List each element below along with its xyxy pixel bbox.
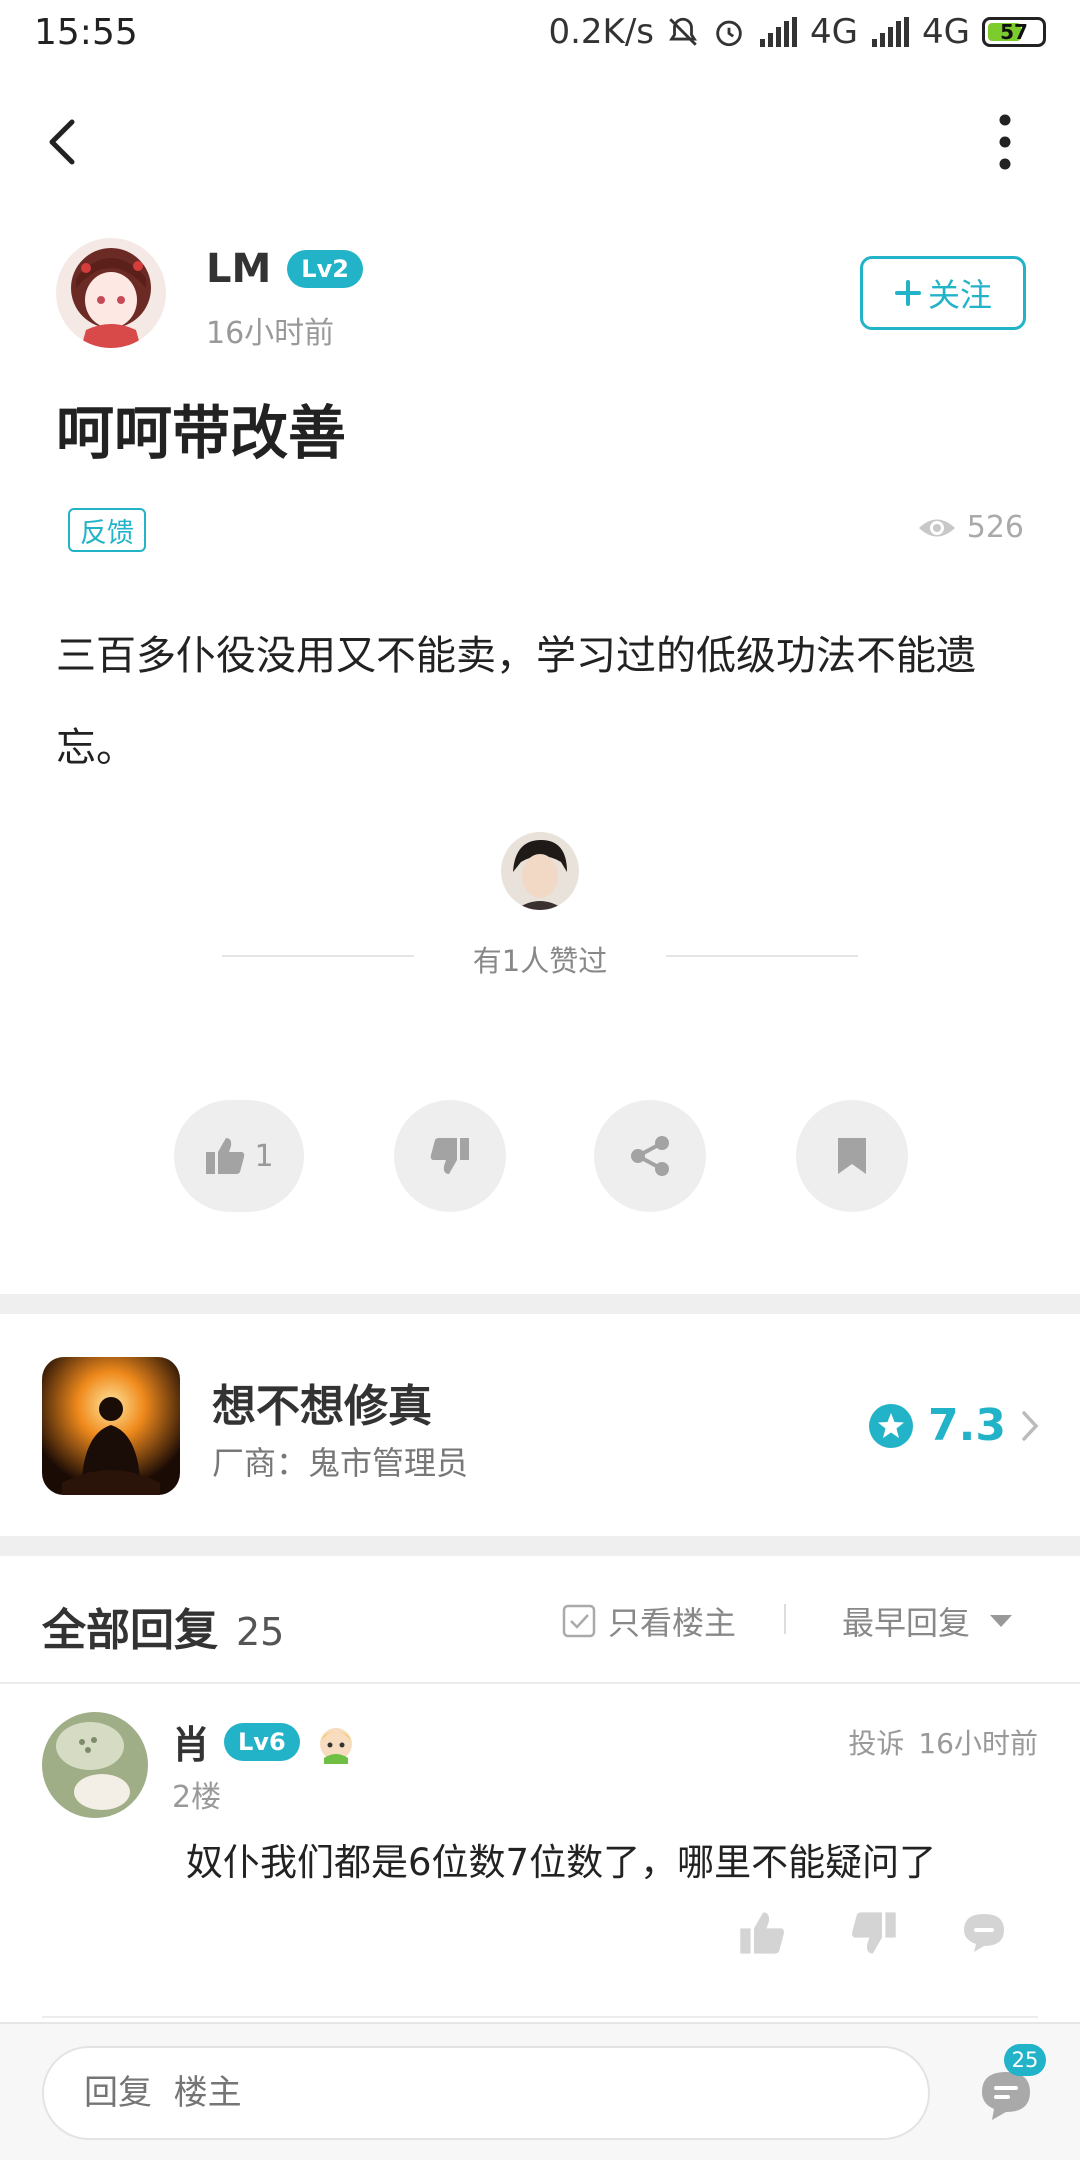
signal-hd-icon	[760, 17, 798, 47]
report-link[interactable]: 投诉	[848, 1722, 904, 1762]
network-speed: 0.2K/s	[548, 12, 655, 52]
battery-icon: 57	[982, 17, 1046, 47]
comment-avatar[interactable]	[42, 1712, 148, 1818]
thumbs-down-icon	[430, 1138, 469, 1174]
view-count: 526	[917, 510, 1024, 545]
game-icon[interactable]	[42, 1357, 180, 1495]
liker-avatar[interactable]	[501, 832, 579, 910]
comment-floor: 2楼	[172, 1780, 222, 1815]
back-button[interactable]	[38, 112, 88, 172]
comment-divider	[42, 2016, 1038, 2018]
lotus-avatar-image	[42, 1712, 148, 1818]
game-rating[interactable]: 7.3	[868, 1400, 1040, 1451]
post-time: 16小时前	[206, 316, 335, 351]
caret-down-icon	[990, 1615, 1013, 1627]
like-button[interactable]: 1	[174, 1100, 304, 1212]
chat-bubble-icon	[964, 1914, 1004, 1952]
bookmark-button[interactable]	[796, 1100, 908, 1212]
star-icon	[869, 1403, 914, 1448]
section-divider-2	[0, 1536, 1080, 1556]
game-vendor: 厂商：鬼市管理员	[212, 1444, 469, 1482]
author-name[interactable]: LM	[206, 246, 271, 292]
eye-icon	[918, 519, 955, 536]
comment-text: 奴仆我们都是6位数7位数了，哪里不能疑问了	[186, 1841, 937, 1884]
replies-count: 25	[236, 1610, 285, 1654]
bookmark-icon	[838, 1138, 866, 1174]
liker-avatar-image	[501, 832, 579, 910]
checkbox-icon	[562, 1604, 596, 1638]
sort-label: 最早回复	[842, 1604, 971, 1642]
comment-like-button[interactable]	[738, 1910, 786, 1958]
author-level-badge: Lv2	[287, 250, 363, 288]
only-op-label: 只看楼主	[608, 1604, 737, 1642]
follow-label: 关注	[927, 276, 992, 314]
section-divider	[0, 1294, 1080, 1314]
reply-input[interactable]	[42, 2046, 930, 2140]
share-button[interactable]	[594, 1100, 706, 1212]
signal-icon	[872, 17, 910, 47]
status-icons: 0.2K/s 4G 4G 57	[548, 12, 1046, 52]
mute-bell-icon	[669, 17, 698, 46]
follow-button[interactable]: 关注	[860, 256, 1026, 330]
comment-count-badge: 25	[1004, 2044, 1046, 2076]
rating-value: 7.3	[928, 1400, 1006, 1451]
comment-author-name[interactable]: 肖	[172, 1714, 210, 1769]
game-name[interactable]: 想不想修真	[212, 1370, 432, 1434]
post-tag[interactable]: 反馈	[68, 508, 146, 552]
chevron-left-icon	[49, 119, 75, 165]
plus-icon	[894, 280, 921, 306]
header-separator	[784, 1604, 786, 1634]
comment-author-row: 肖 Lv6	[172, 1714, 358, 1769]
comment-dislike-button[interactable]	[850, 1910, 898, 1958]
share-icon	[631, 1136, 669, 1176]
network-type-1: 4G	[810, 12, 859, 52]
replies-divider	[0, 1682, 1080, 1684]
comment-reply-button[interactable]	[960, 1910, 1008, 1958]
comment-meta: 投诉 16小时前	[848, 1722, 1038, 1762]
sort-dropdown[interactable]: 最早回复	[842, 1598, 1014, 1644]
anime-avatar-image	[56, 238, 166, 348]
more-menu-button[interactable]	[990, 110, 1020, 174]
like-count: 1	[254, 1138, 274, 1174]
thumbs-down-icon	[852, 1912, 896, 1954]
chevron-right-icon	[1022, 1410, 1039, 1441]
author-name-row: LM Lv2	[206, 246, 363, 292]
thumbs-up-icon	[206, 1138, 245, 1174]
author-avatar[interactable]	[56, 238, 166, 348]
alarm-icon	[716, 20, 742, 47]
thumbs-up-icon	[740, 1912, 784, 1954]
more-vertical-icon	[999, 114, 1011, 170]
post-title: 呵呵带改善	[56, 399, 347, 467]
post-body: 三百多仆役没用又不能卖，学习过的低级功法不能遗忘。	[56, 633, 976, 771]
replies-title: 全部回复	[42, 1605, 218, 1656]
character-badge-icon	[319, 1727, 352, 1764]
view-count-value: 526	[966, 510, 1024, 545]
comment-level-badge: Lv6	[224, 1722, 300, 1761]
network-type-2: 4G	[922, 12, 970, 52]
replies-header: 全部回复 25	[42, 1594, 284, 1658]
status-time: 15:55	[34, 12, 138, 53]
likes-summary: 有1人赞过	[472, 944, 608, 978]
only-op-toggle[interactable]: 只看楼主	[562, 1598, 736, 1644]
comment-time: 16小时前	[918, 1727, 1038, 1760]
game-icon-image	[42, 1357, 180, 1495]
battery-level: 57	[1000, 20, 1028, 44]
dislike-button[interactable]	[394, 1100, 506, 1212]
